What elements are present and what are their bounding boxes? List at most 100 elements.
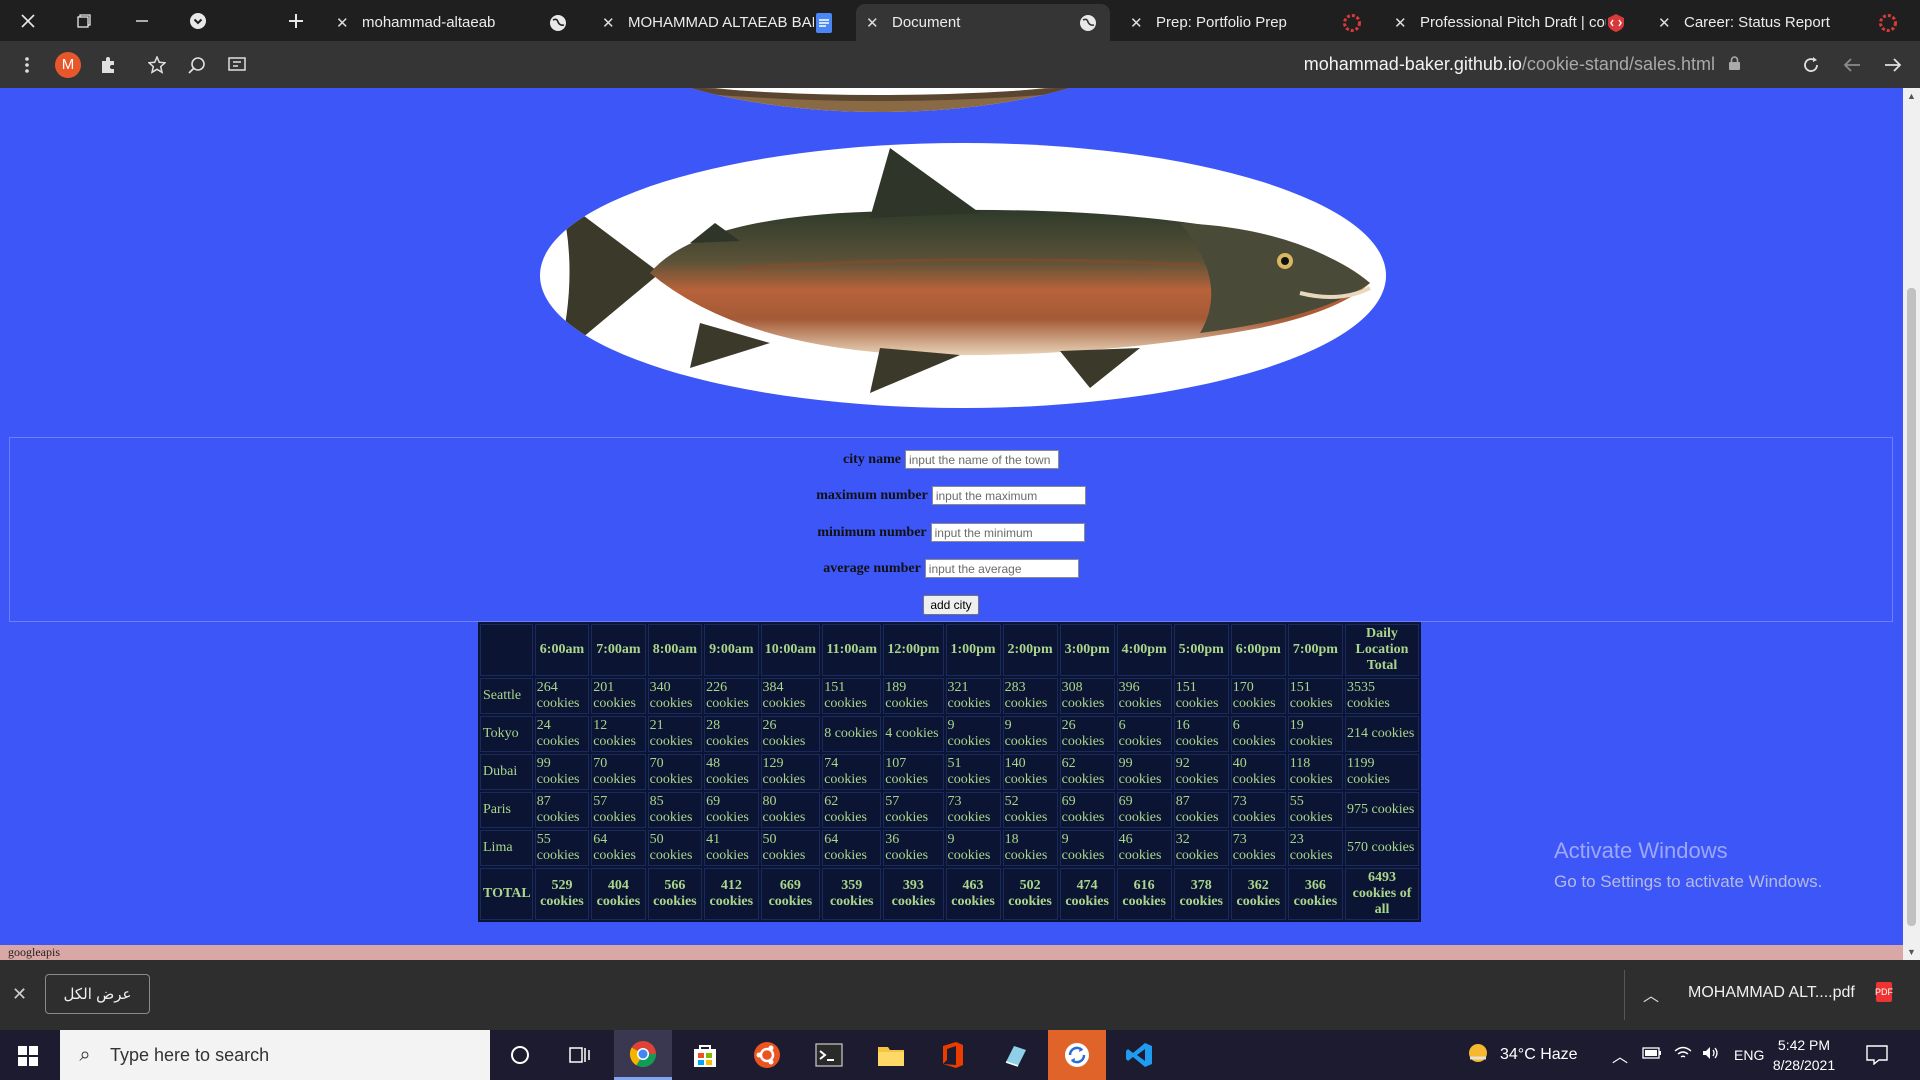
chevron-up-icon[interactable]: ︿ (1643, 982, 1659, 1006)
tab-close-icon[interactable]: ✕ (1394, 14, 1412, 32)
total-cell: 366 cookies (1287, 868, 1343, 920)
total-cell: 404 cookies (591, 868, 646, 920)
system-clock[interactable]: 5:42 PM 8/28/2021 (1764, 1035, 1844, 1075)
table-cell: 80 cookies (760, 792, 821, 828)
add-city-button[interactable]: add city (923, 595, 979, 615)
address-bar[interactable]: mohammad-baker.github.io/cookie-stand/sa… (1304, 41, 1740, 88)
menu-icon[interactable] (9, 41, 45, 88)
tab-close-icon[interactable]: ✕ (336, 14, 354, 32)
table-cell: 9 cookies (1002, 716, 1058, 752)
table-cell: 52 cookies (1002, 792, 1058, 828)
show-all-button[interactable]: عرض الكل (45, 974, 150, 1014)
tab-status-report[interactable]: ✕ Career: Status Report (1648, 4, 1910, 41)
scroll-up-icon[interactable]: ▲ (1903, 88, 1920, 104)
store-icon[interactable] (676, 1030, 734, 1080)
tab-close-icon[interactable]: ✕ (866, 14, 884, 32)
avatar: M (55, 51, 81, 78)
max-label: maximum number (816, 487, 928, 503)
table-cell: 74 cookies (822, 754, 882, 790)
star-icon[interactable] (139, 41, 175, 88)
restore-icon[interactable] (64, 0, 104, 41)
tab-pitch-draft[interactable]: ✕ Professional Pitch Draft | course (1384, 4, 1638, 41)
table-cell: 69 cookies (1059, 792, 1115, 828)
max-input[interactable] (931, 486, 1086, 505)
table-cell: 264 cookies (534, 678, 590, 714)
chrome-icon[interactable] (614, 1030, 672, 1080)
table-cell: 321 cookies (945, 678, 1001, 714)
scrollbar-thumb[interactable] (1907, 288, 1916, 926)
ubuntu-icon[interactable] (738, 1030, 796, 1080)
tab-close-icon[interactable]: ✕ (602, 14, 620, 32)
lock-icon (1729, 54, 1740, 75)
cortana-icon[interactable] (491, 1030, 549, 1080)
extensions-icon[interactable] (90, 41, 126, 88)
app-icon[interactable] (986, 1030, 1044, 1080)
search-icon: ⌕ (79, 1043, 91, 1066)
avg-label: average number (823, 560, 921, 576)
table-cell: 87 cookies (1173, 792, 1229, 828)
language-indicator[interactable]: ENG (1734, 1047, 1764, 1063)
task-view-icon[interactable] (551, 1030, 609, 1080)
terminal-icon[interactable] (800, 1030, 858, 1080)
scroll-down-icon[interactable]: ▼ (1903, 944, 1920, 960)
close-window-icon[interactable] (8, 0, 48, 41)
vscode-icon[interactable] (1110, 1030, 1168, 1080)
taskbar-search[interactable]: ⌕ Type here to search (60, 1030, 490, 1080)
profile-avatar[interactable]: M (50, 41, 86, 88)
battery-icon[interactable] (1642, 1046, 1662, 1064)
minimize-icon[interactable] (122, 0, 162, 41)
row-city-name: Paris (480, 792, 533, 828)
table-cell: 50 cookies (647, 830, 703, 866)
table-cell: 9 cookies (945, 830, 1001, 866)
header-cell: 1:00pm (945, 624, 1001, 676)
reload-icon[interactable] (1793, 41, 1829, 88)
table-cell: 151 cookies (1287, 678, 1343, 714)
header-cell: 12:00pm (883, 624, 944, 676)
header-cell-total: Daily Location Total (1345, 624, 1419, 676)
cast-icon[interactable] (219, 41, 255, 88)
sync-app-icon[interactable] (1048, 1030, 1106, 1080)
download-bar: ✕ عرض الكل ︿ MOHAMMAD ALT....pdf PDF (0, 960, 1920, 1030)
office-icon[interactable] (924, 1030, 982, 1080)
total-cell: 378 cookies (1173, 868, 1229, 920)
tab-search-icon[interactable] (178, 0, 218, 41)
volume-icon[interactable] (1702, 1046, 1720, 1065)
row-city-name: Lima (480, 830, 533, 866)
header-cell: 7:00am (591, 624, 646, 676)
download-file-name[interactable]: MOHAMMAD ALT....pdf (1688, 984, 1855, 1002)
table-cell: 24 cookies (534, 716, 590, 752)
tab-document[interactable]: ✕ Document (856, 4, 1110, 41)
weather-widget[interactable]: 34°C Haze (1466, 1030, 1578, 1080)
wifi-icon[interactable] (1674, 1046, 1692, 1065)
header-cell: 7:00pm (1287, 624, 1343, 676)
table-cell: 21 cookies (647, 716, 703, 752)
new-tab-icon[interactable] (276, 0, 316, 41)
tab-resume-doc[interactable]: ✕ MOHAMMAD ALTAEAB BAKER (592, 4, 846, 41)
avg-input[interactable] (924, 559, 1079, 578)
back-icon[interactable] (1834, 41, 1870, 88)
header-cell: 3:00pm (1059, 624, 1115, 676)
table-cell: 48 cookies (704, 754, 759, 790)
tab-portfolio-prep[interactable]: ✕ Prep: Portfolio Prep (1120, 4, 1374, 41)
table-cell: 36 cookies (883, 830, 944, 866)
url-host: mohammad-baker.github.io (1303, 54, 1522, 74)
city-label: city name (843, 451, 901, 467)
header-cell: 6:00pm (1230, 624, 1286, 676)
min-input[interactable] (930, 523, 1085, 542)
lens-icon[interactable] (179, 41, 215, 88)
search-placeholder: Type here to search (110, 1044, 270, 1065)
tab-close-icon[interactable]: ✕ (1658, 14, 1676, 32)
file-explorer-icon[interactable] (862, 1030, 920, 1080)
notification-icon[interactable] (1866, 1030, 1888, 1080)
forward-icon[interactable] (1875, 41, 1911, 88)
submit-row: add city (10, 595, 1892, 615)
table-cell: 6 cookies (1230, 716, 1286, 752)
tab-close-icon[interactable]: ✕ (1130, 14, 1148, 32)
page-scrollbar[interactable]: ▲ ▼ (1903, 88, 1920, 960)
close-icon[interactable]: ✕ (12, 984, 27, 1005)
windows-icon[interactable] (18, 1046, 38, 1066)
chevron-up-icon[interactable]: ︿ (1612, 1043, 1628, 1067)
city-input[interactable] (904, 450, 1059, 469)
tab-mohammad-altaeab[interactable]: ✕ mohammad-altaeab (326, 4, 580, 41)
min-row: minimum number (10, 523, 1892, 542)
